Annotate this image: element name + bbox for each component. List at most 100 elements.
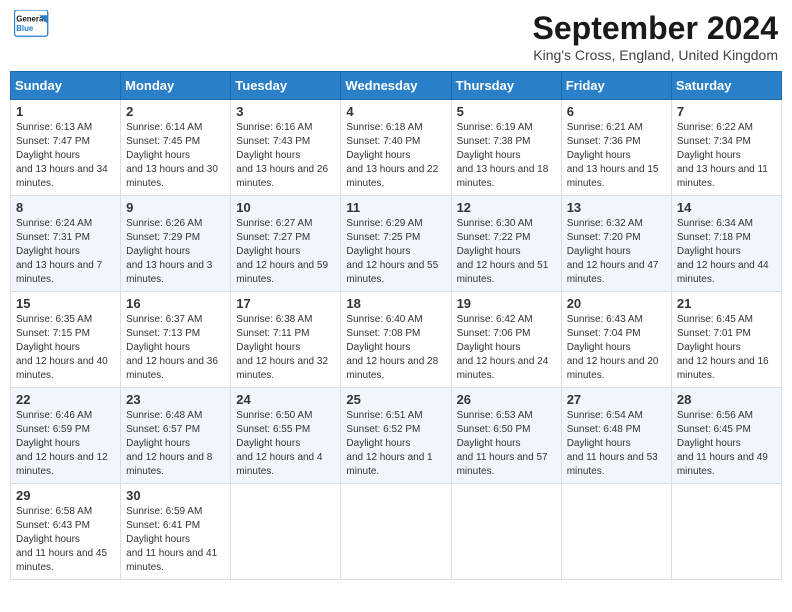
day-number: 2 — [126, 104, 225, 119]
calendar-cell: 26 Sunrise: 6:53 AMSunset: 6:50 PMDaylig… — [451, 388, 561, 484]
calendar-cell: 10 Sunrise: 6:27 AMSunset: 7:27 PMDaylig… — [231, 196, 341, 292]
day-number: 20 — [567, 296, 666, 311]
day-number: 15 — [16, 296, 115, 311]
day-number: 29 — [16, 488, 115, 503]
calendar-cell — [341, 484, 451, 580]
day-detail: Sunrise: 6:42 AMSunset: 7:06 PMDaylight … — [457, 314, 549, 381]
calendar-header-thursday: Thursday — [451, 72, 561, 100]
calendar-cell: 13 Sunrise: 6:32 AMSunset: 7:20 PMDaylig… — [561, 196, 671, 292]
day-number: 11 — [346, 200, 445, 215]
calendar-week-1: 1 Sunrise: 6:13 AMSunset: 7:47 PMDayligh… — [11, 100, 782, 196]
calendar-header-saturday: Saturday — [671, 72, 781, 100]
day-number: 4 — [346, 104, 445, 119]
day-detail: Sunrise: 6:32 AMSunset: 7:20 PMDaylight … — [567, 218, 659, 285]
day-number: 1 — [16, 104, 115, 119]
day-detail: Sunrise: 6:38 AMSunset: 7:11 PMDaylight … — [236, 314, 328, 381]
day-number: 17 — [236, 296, 335, 311]
calendar-cell: 28 Sunrise: 6:56 AMSunset: 6:45 PMDaylig… — [671, 388, 781, 484]
calendar-cell: 19 Sunrise: 6:42 AMSunset: 7:06 PMDaylig… — [451, 292, 561, 388]
day-detail: Sunrise: 6:26 AMSunset: 7:29 PMDaylight … — [126, 218, 212, 285]
day-number: 25 — [346, 392, 445, 407]
day-number: 18 — [346, 296, 445, 311]
day-number: 22 — [16, 392, 115, 407]
calendar-cell — [451, 484, 561, 580]
day-detail: Sunrise: 6:37 AMSunset: 7:13 PMDaylight … — [126, 314, 218, 381]
title-section: September 2024 King's Cross, England, Un… — [533, 10, 778, 63]
day-number: 28 — [677, 392, 776, 407]
calendar-cell: 8 Sunrise: 6:24 AMSunset: 7:31 PMDayligh… — [11, 196, 121, 292]
day-detail: Sunrise: 6:45 AMSunset: 7:01 PMDaylight … — [677, 314, 769, 381]
day-detail: Sunrise: 6:27 AMSunset: 7:27 PMDaylight … — [236, 218, 328, 285]
day-number: 30 — [126, 488, 225, 503]
calendar-cell: 4 Sunrise: 6:18 AMSunset: 7:40 PMDayligh… — [341, 100, 451, 196]
day-number: 12 — [457, 200, 556, 215]
day-number: 24 — [236, 392, 335, 407]
calendar-header-friday: Friday — [561, 72, 671, 100]
month-title: September 2024 — [533, 10, 778, 47]
day-detail: Sunrise: 6:48 AMSunset: 6:57 PMDaylight … — [126, 410, 212, 477]
day-detail: Sunrise: 6:16 AMSunset: 7:43 PMDaylight … — [236, 122, 328, 189]
day-detail: Sunrise: 6:34 AMSunset: 7:18 PMDaylight … — [677, 218, 769, 285]
calendar-cell: 11 Sunrise: 6:29 AMSunset: 7:25 PMDaylig… — [341, 196, 451, 292]
day-detail: Sunrise: 6:51 AMSunset: 6:52 PMDaylight … — [346, 410, 432, 477]
calendar-cell — [231, 484, 341, 580]
day-detail: Sunrise: 6:35 AMSunset: 7:15 PMDaylight … — [16, 314, 108, 381]
day-number: 16 — [126, 296, 225, 311]
calendar-cell: 29 Sunrise: 6:58 AMSunset: 6:43 PMDaylig… — [11, 484, 121, 580]
calendar-cell: 6 Sunrise: 6:21 AMSunset: 7:36 PMDayligh… — [561, 100, 671, 196]
calendar-body: 1 Sunrise: 6:13 AMSunset: 7:47 PMDayligh… — [11, 100, 782, 580]
day-number: 7 — [677, 104, 776, 119]
calendar-week-4: 22 Sunrise: 6:46 AMSunset: 6:59 PMDaylig… — [11, 388, 782, 484]
calendar-cell: 24 Sunrise: 6:50 AMSunset: 6:55 PMDaylig… — [231, 388, 341, 484]
calendar-cell: 18 Sunrise: 6:40 AMSunset: 7:08 PMDaylig… — [341, 292, 451, 388]
location-title: King's Cross, England, United Kingdom — [533, 47, 778, 63]
day-number: 19 — [457, 296, 556, 311]
day-detail: Sunrise: 6:29 AMSunset: 7:25 PMDaylight … — [346, 218, 438, 285]
day-detail: Sunrise: 6:13 AMSunset: 7:47 PMDaylight … — [16, 122, 108, 189]
calendar-header-sunday: Sunday — [11, 72, 121, 100]
calendar-week-5: 29 Sunrise: 6:58 AMSunset: 6:43 PMDaylig… — [11, 484, 782, 580]
calendar-cell: 2 Sunrise: 6:14 AMSunset: 7:45 PMDayligh… — [121, 100, 231, 196]
day-detail: Sunrise: 6:43 AMSunset: 7:04 PMDaylight … — [567, 314, 659, 381]
day-number: 13 — [567, 200, 666, 215]
calendar-cell: 25 Sunrise: 6:51 AMSunset: 6:52 PMDaylig… — [341, 388, 451, 484]
logo-icon: General Blue — [14, 10, 50, 38]
day-number: 8 — [16, 200, 115, 215]
day-detail: Sunrise: 6:50 AMSunset: 6:55 PMDaylight … — [236, 410, 322, 477]
day-detail: Sunrise: 6:59 AMSunset: 6:41 PMDaylight … — [126, 506, 217, 573]
day-detail: Sunrise: 6:21 AMSunset: 7:36 PMDaylight … — [567, 122, 659, 189]
calendar-header-monday: Monday — [121, 72, 231, 100]
day-detail: Sunrise: 6:18 AMSunset: 7:40 PMDaylight … — [346, 122, 438, 189]
calendar-cell: 12 Sunrise: 6:30 AMSunset: 7:22 PMDaylig… — [451, 196, 561, 292]
calendar-cell: 9 Sunrise: 6:26 AMSunset: 7:29 PMDayligh… — [121, 196, 231, 292]
day-number: 9 — [126, 200, 225, 215]
page-header: General Blue September 2024 King's Cross… — [10, 10, 782, 63]
day-detail: Sunrise: 6:53 AMSunset: 6:50 PMDaylight … — [457, 410, 548, 477]
logo: General Blue — [14, 10, 50, 38]
calendar-cell: 20 Sunrise: 6:43 AMSunset: 7:04 PMDaylig… — [561, 292, 671, 388]
day-detail: Sunrise: 6:30 AMSunset: 7:22 PMDaylight … — [457, 218, 549, 285]
calendar-table: SundayMondayTuesdayWednesdayThursdayFrid… — [10, 71, 782, 580]
calendar-cell: 21 Sunrise: 6:45 AMSunset: 7:01 PMDaylig… — [671, 292, 781, 388]
calendar-header-wednesday: Wednesday — [341, 72, 451, 100]
calendar-cell: 30 Sunrise: 6:59 AMSunset: 6:41 PMDaylig… — [121, 484, 231, 580]
calendar-header-tuesday: Tuesday — [231, 72, 341, 100]
day-detail: Sunrise: 6:40 AMSunset: 7:08 PMDaylight … — [346, 314, 438, 381]
calendar-cell — [671, 484, 781, 580]
day-number: 14 — [677, 200, 776, 215]
calendar-cell: 17 Sunrise: 6:38 AMSunset: 7:11 PMDaylig… — [231, 292, 341, 388]
day-detail: Sunrise: 6:58 AMSunset: 6:43 PMDaylight … — [16, 506, 107, 573]
calendar-week-3: 15 Sunrise: 6:35 AMSunset: 7:15 PMDaylig… — [11, 292, 782, 388]
day-detail: Sunrise: 6:14 AMSunset: 7:45 PMDaylight … — [126, 122, 218, 189]
calendar-cell: 5 Sunrise: 6:19 AMSunset: 7:38 PMDayligh… — [451, 100, 561, 196]
day-number: 10 — [236, 200, 335, 215]
calendar-cell: 27 Sunrise: 6:54 AMSunset: 6:48 PMDaylig… — [561, 388, 671, 484]
calendar-cell: 23 Sunrise: 6:48 AMSunset: 6:57 PMDaylig… — [121, 388, 231, 484]
calendar-cell: 14 Sunrise: 6:34 AMSunset: 7:18 PMDaylig… — [671, 196, 781, 292]
svg-text:Blue: Blue — [16, 24, 34, 33]
day-number: 3 — [236, 104, 335, 119]
calendar-cell: 15 Sunrise: 6:35 AMSunset: 7:15 PMDaylig… — [11, 292, 121, 388]
calendar-cell: 22 Sunrise: 6:46 AMSunset: 6:59 PMDaylig… — [11, 388, 121, 484]
calendar-cell: 7 Sunrise: 6:22 AMSunset: 7:34 PMDayligh… — [671, 100, 781, 196]
day-number: 26 — [457, 392, 556, 407]
